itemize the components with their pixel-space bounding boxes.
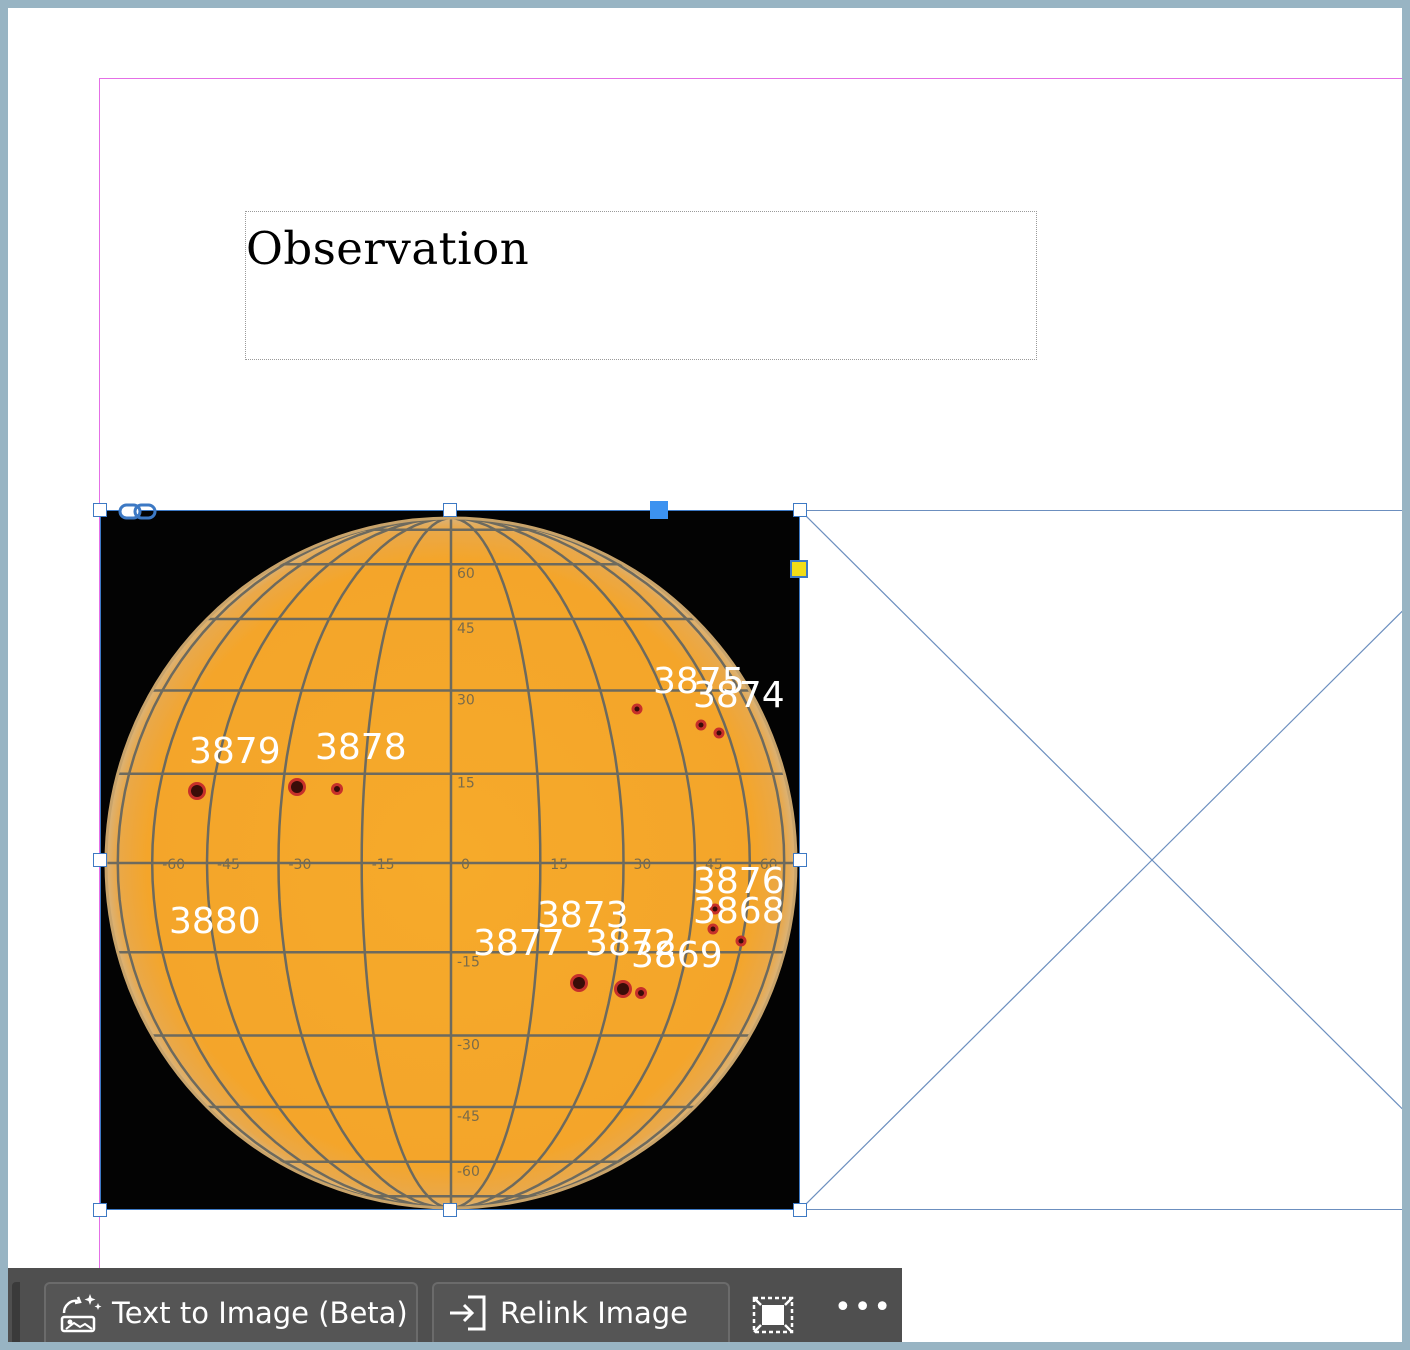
resize-handle-bottom-right[interactable] <box>793 1203 807 1217</box>
live-corners-handle[interactable] <box>790 560 808 578</box>
empty-graphic-frame[interactable] <box>800 510 1402 1210</box>
region-label: 3868 <box>693 891 785 932</box>
longitude-label: 15 <box>550 857 568 873</box>
margin-guide-top <box>100 78 1402 79</box>
image-frame[interactable]: 60 45 30 15 -15 -30 -45 -60 -60 -45 -30 -15 0 15 30 45… <box>100 510 800 1210</box>
region-label: 3880 <box>169 901 261 942</box>
resize-handle-middle-left[interactable] <box>93 853 107 867</box>
longitude-label: -45 <box>217 857 240 873</box>
resize-handle-top-center[interactable] <box>443 503 457 517</box>
sun-image: 60453015-15-30-45-60 -60 -45 -30 -15 0 15 30 45… <box>104 516 798 1210</box>
region-label: 3878 <box>315 727 407 768</box>
longitude-label: 30 <box>634 857 652 873</box>
region-label: 3879 <box>189 731 281 772</box>
latitude-label: 30 <box>457 693 475 709</box>
region-label: 3874 <box>693 675 785 716</box>
sunspot <box>634 706 640 712</box>
latitude-label: 15 <box>457 776 475 792</box>
longitude-label: -30 <box>289 857 312 873</box>
latitude-label: 45 <box>457 621 475 637</box>
sunspot <box>698 722 704 728</box>
sunspot <box>638 990 644 996</box>
longitude-label: 0 <box>461 857 470 873</box>
relink-label: Relink Image <box>500 1296 689 1330</box>
resize-handle-middle-right[interactable] <box>793 853 807 867</box>
latitude-label: -30 <box>457 1038 480 1054</box>
sunspot <box>291 781 303 793</box>
resize-handle-top-right[interactable] <box>793 503 807 517</box>
longitude-label: -15 <box>372 857 395 873</box>
latitude-label: 60 <box>457 566 475 582</box>
relink-icon <box>450 1295 486 1331</box>
sunspot <box>617 983 629 995</box>
sunspot <box>716 730 722 736</box>
region-label: 3869 <box>631 935 723 976</box>
more-options-button[interactable]: ••• <box>834 1293 891 1328</box>
content-grabber-handle[interactable] <box>650 501 668 519</box>
relink-image-button[interactable]: Relink Image <box>432 1282 730 1342</box>
resize-handle-top-left[interactable] <box>93 503 107 517</box>
longitude-label: -60 <box>162 857 185 873</box>
text-frame[interactable]: Observation <box>245 211 1037 360</box>
sunspot <box>738 938 744 944</box>
sunspot <box>191 785 203 797</box>
resize-handle-bottom-center[interactable] <box>443 1203 457 1217</box>
contextual-task-bar: Text to Image (Beta) Relink Image ••• <box>8 1268 902 1342</box>
region-label: 3877 <box>473 923 565 964</box>
text-to-image-label: Text to Image (Beta) <box>112 1296 408 1330</box>
resize-handle-bottom-left[interactable] <box>93 1203 107 1217</box>
latitude-label: -45 <box>457 1109 480 1125</box>
text-frame-content[interactable]: Observation <box>246 222 529 275</box>
text-to-image-icon <box>60 1294 102 1333</box>
text-to-image-button[interactable]: Text to Image (Beta) <box>44 1282 418 1342</box>
taskbar-grip-handle[interactable] <box>12 1282 20 1342</box>
sunspot <box>334 786 340 792</box>
sunspot <box>573 977 585 989</box>
frame-fitting-icon[interactable] <box>750 1294 796 1336</box>
latitude-label: -60 <box>457 1164 480 1180</box>
empty-frame-cross <box>800 510 1402 1210</box>
document-canvas[interactable]: Observation 60 45 30 15 -15 -30 -45 -60 -60 -45 -… <box>8 8 1402 1342</box>
link-icon[interactable] <box>118 502 158 522</box>
